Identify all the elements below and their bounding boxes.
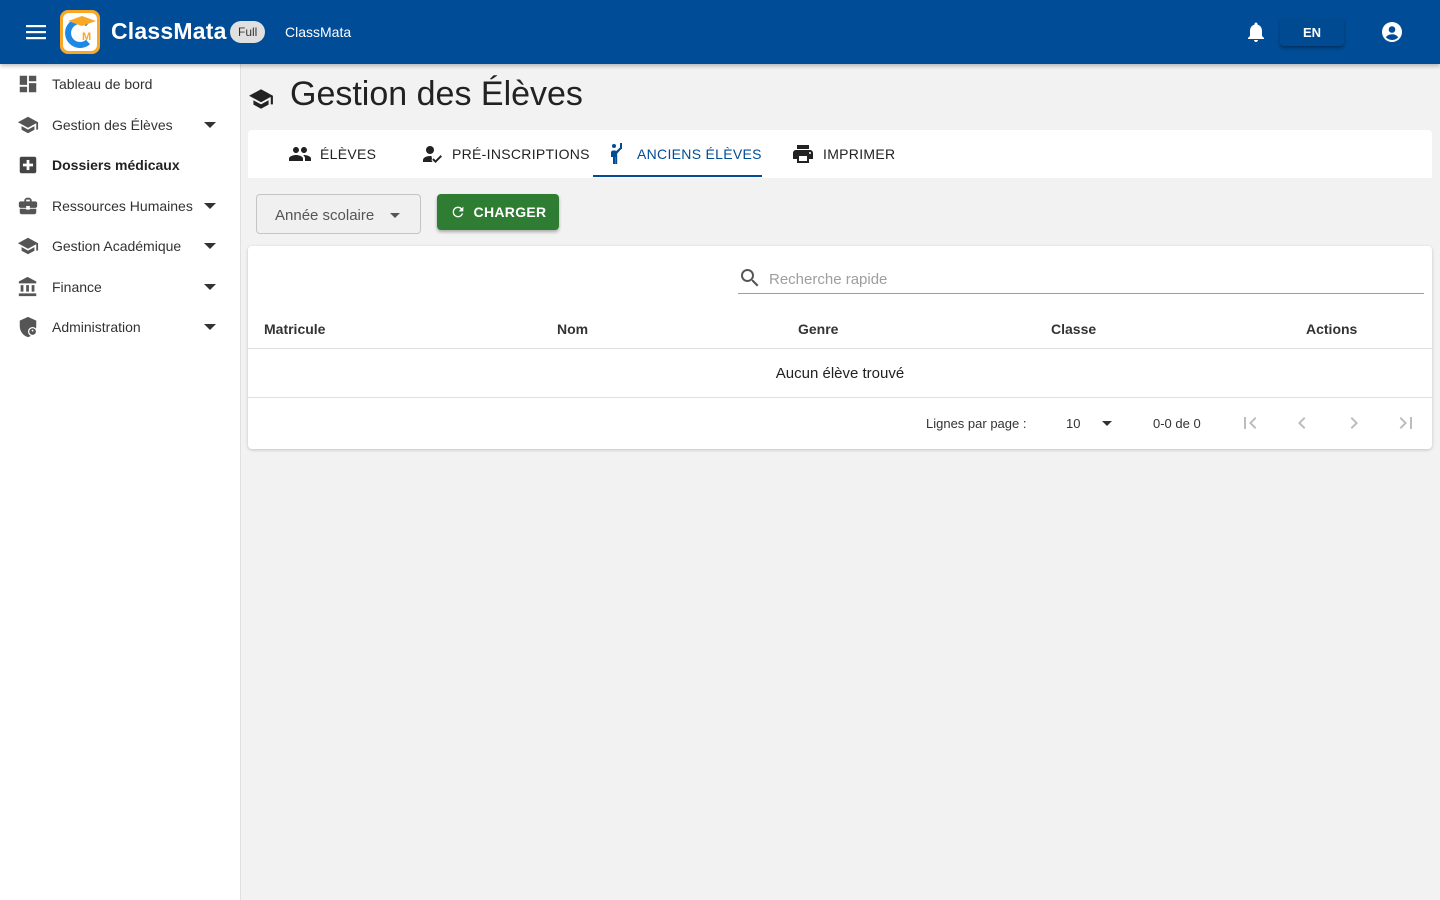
quick-search [738, 266, 1424, 294]
tab-label: PRÉ-INSCRIPTIONS [452, 146, 590, 162]
divider [248, 397, 1432, 398]
column-header-genre[interactable]: Genre [798, 321, 838, 337]
chevron-down-icon [204, 203, 216, 209]
active-tab-indicator [593, 175, 762, 177]
students-table-card: Matricule Nom Genre Classe Actions Aucun… [248, 246, 1432, 449]
sidebar-item-academic[interactable]: Gestion Académique [0, 226, 240, 266]
tab-pre-registrations[interactable]: PRÉ-INSCRIPTIONS [420, 130, 590, 178]
rows-per-page-select[interactable]: 10 [1066, 412, 1116, 434]
first-page-icon[interactable] [1238, 411, 1262, 435]
sidebar-item-label: Tableau de bord [52, 76, 153, 92]
column-header-classe[interactable]: Classe [1051, 321, 1096, 337]
tab-former-students[interactable]: ANCIENS ÉLÈVES [605, 130, 762, 178]
language-button[interactable]: EN [1280, 18, 1344, 46]
chevron-down-icon [390, 213, 400, 218]
sidebar-item-hr[interactable]: Ressources Humaines [0, 186, 240, 226]
chevron-down-icon [204, 122, 216, 128]
search-input[interactable] [769, 267, 1409, 291]
sidebar-item-finance[interactable]: Finance [0, 267, 240, 307]
rows-per-page-label: Lignes par page : [926, 416, 1027, 431]
tab-print[interactable]: IMPRIMER [791, 130, 895, 178]
chevron-down-icon [204, 284, 216, 290]
chevron-down-icon [204, 324, 216, 330]
page-title: Gestion des Élèves [290, 75, 583, 113]
chevron-down-icon [1102, 421, 1112, 426]
column-header-nom[interactable]: Nom [557, 321, 588, 337]
empty-table-message: Aucun élève trouvé [775, 365, 905, 382]
tab-label: IMPRIMER [823, 146, 896, 162]
notifications-bell-icon[interactable] [1244, 20, 1268, 44]
school-icon [17, 114, 39, 136]
admin-shield-icon [17, 316, 39, 338]
sidebar-item-administration[interactable]: Administration [0, 307, 240, 347]
chevron-down-icon [204, 243, 216, 249]
app-subtitle: ClassMata [285, 24, 352, 40]
person-check-icon [420, 142, 444, 166]
search-icon [741, 269, 759, 287]
pagination-range: 0-0 de 0 [1153, 416, 1201, 431]
school-icon [248, 86, 274, 112]
menu-icon[interactable] [24, 20, 48, 44]
load-button[interactable]: CHARGER [437, 194, 559, 230]
last-page-icon[interactable] [1394, 411, 1418, 435]
account-circle-icon[interactable] [1380, 20, 1404, 44]
sidebar-item-label: Finance [52, 279, 102, 295]
sidebar: Tableau de bord Gestion des Élèves Dossi… [0, 64, 241, 900]
sidebar-item-label: Administration [52, 319, 141, 335]
bank-icon [17, 276, 39, 298]
sidebar-item-label: Gestion Académique [52, 238, 182, 254]
sidebar-item-students[interactable]: Gestion des Élèves [0, 105, 240, 145]
school-year-select[interactable]: Année scolaire [256, 194, 421, 234]
sidebar-item-label: Gestion des Élèves [52, 117, 173, 133]
next-page-icon[interactable] [1342, 411, 1366, 435]
sidebar-item-label: Ressources Humaines [52, 198, 193, 214]
briefcase-icon [17, 195, 39, 217]
school-year-label: Année scolaire [275, 207, 375, 224]
load-button-label: CHARGER [473, 204, 547, 220]
app-bar: M ClassMata Full ClassMata EN [0, 0, 1440, 64]
dashboard-icon [17, 73, 39, 95]
medical-cross-icon [17, 154, 39, 176]
tab-label: ÉLÈVES [320, 146, 377, 162]
column-header-matricule[interactable]: Matricule [264, 321, 325, 337]
svg-text:M: M [82, 31, 91, 43]
people-icon [288, 142, 312, 166]
sidebar-item-dashboard[interactable]: Tableau de bord [0, 64, 240, 104]
divider [248, 348, 1432, 349]
printer-icon [791, 142, 815, 166]
previous-page-icon[interactable] [1290, 411, 1314, 435]
plan-badge: Full [230, 21, 266, 43]
person-raised-hand-icon [605, 142, 629, 166]
refresh-icon [452, 206, 463, 218]
tabs-bar: ÉLÈVES PRÉ-INSCRIPTIONS ANCIENS ÉLÈVES I… [248, 130, 1432, 178]
sidebar-item-medical[interactable]: Dossiers médicaux [0, 145, 240, 185]
sidebar-item-label: Dossiers médicaux [52, 157, 180, 173]
rows-per-page-value: 10 [1066, 416, 1081, 431]
brand-logo: M [60, 10, 100, 54]
tab-students[interactable]: ÉLÈVES [288, 130, 376, 178]
school-icon [17, 235, 39, 257]
brand-name: ClassMata [111, 18, 227, 44]
column-header-actions: Actions [1306, 321, 1358, 337]
tab-label: ANCIENS ÉLÈVES [637, 146, 762, 162]
